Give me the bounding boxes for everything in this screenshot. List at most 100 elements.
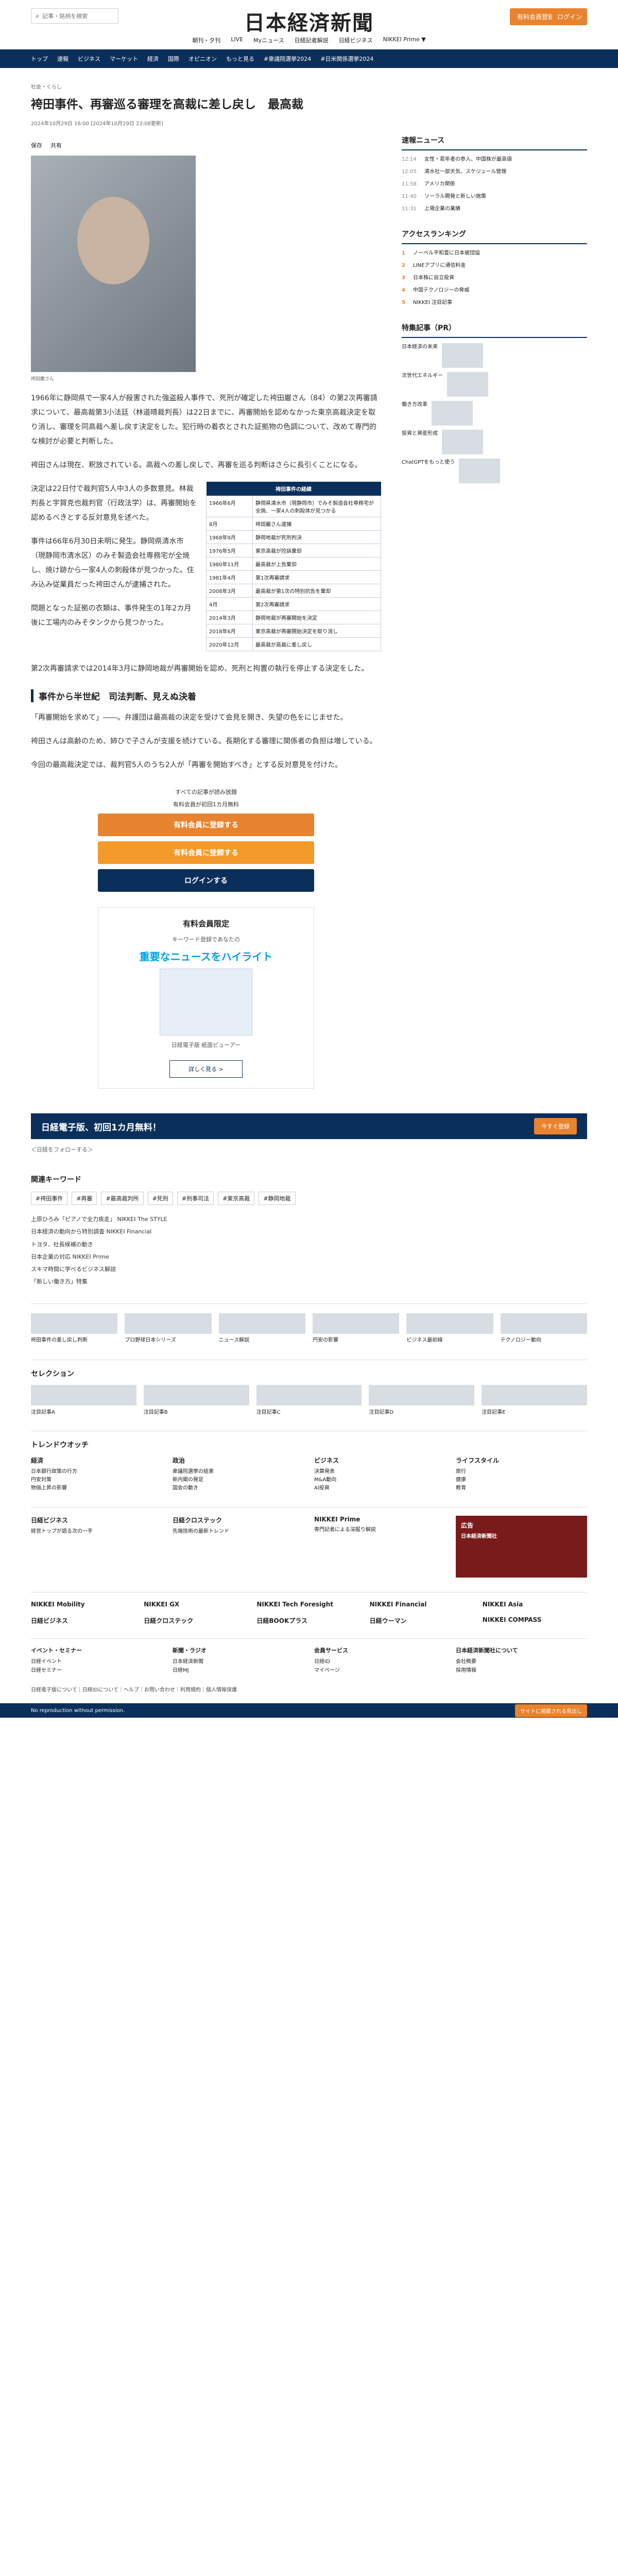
banner-button[interactable]: 今すぐ登録 <box>534 1118 577 1135</box>
footer-link[interactable]: 日本経済新聞 <box>173 1657 304 1666</box>
ranking-item[interactable]: 3 日本株に自立投資 <box>402 274 587 282</box>
breaking-item[interactable]: 11:40 ソーラル開発と新しい施策 <box>402 193 587 201</box>
subnav-item[interactable]: LIVE <box>231 36 243 44</box>
keyword-tag[interactable]: #静岡地裁 <box>259 1192 296 1206</box>
media-card[interactable]: 広告 日本経済新聞社 <box>456 1516 587 1578</box>
pr-item[interactable]: 日本経済の未来 <box>402 343 587 368</box>
media-card[interactable]: 日経クロステック 先端技術の最新トレンド <box>173 1516 304 1578</box>
breaking-item[interactable]: 11:58 アメリカ関係 <box>402 180 587 189</box>
subnav-item[interactable]: 朝刊・夕刊 <box>192 36 220 44</box>
trend-item[interactable]: 新内閣の発足 <box>173 1476 304 1484</box>
keyword-tag[interactable]: #死刑 <box>147 1192 173 1206</box>
nav-item[interactable]: #日米関係選挙2024 <box>320 55 373 63</box>
more-button[interactable]: 詳しく見る > <box>169 1060 243 1078</box>
group-logo[interactable]: NIKKEI Tech Foresight <box>256 1601 361 1608</box>
pr-item[interactable]: 次世代エネルギー <box>402 372 587 397</box>
nav-item[interactable]: 速報 <box>57 55 68 63</box>
keyword-tag[interactable]: #最高裁判所 <box>101 1192 144 1206</box>
subnav-item[interactable]: NIKKEI Prime ▼ <box>383 36 426 44</box>
breadcrumb[interactable]: 社会・くらし <box>31 82 381 90</box>
keyword-tag[interactable]: #刑事司法 <box>177 1192 214 1206</box>
trend-item[interactable]: 円安対策 <box>31 1476 162 1484</box>
trend-item[interactable]: 日本銀行政策の行方 <box>31 1468 162 1476</box>
breaking-item[interactable]: 11:31 上場企業の業績 <box>402 205 587 213</box>
footer-link[interactable]: 会社概要 <box>456 1657 587 1666</box>
nav-item[interactable]: #衆議院選挙2024 <box>264 55 311 63</box>
selection-card[interactable]: 注目記事A <box>31 1385 136 1416</box>
footer-link[interactable]: 日経ID <box>314 1657 445 1666</box>
footer-button[interactable]: サイトに掲載される見出し <box>515 1704 587 1717</box>
share-button[interactable]: 共有 <box>50 141 62 149</box>
group-logo[interactable]: NIKKEI Financial <box>370 1601 474 1608</box>
ranking-item[interactable]: 4 中国テクノロジーの脅威 <box>402 286 587 295</box>
selection-card[interactable]: 注目記事B <box>143 1385 249 1416</box>
pr-item[interactable]: ChatGPTをもっと使う <box>402 459 587 483</box>
login-button[interactable]: ログイン <box>552 8 587 25</box>
keyword-tag[interactable]: #袴田事件 <box>31 1192 68 1206</box>
related-link[interactable]: 「新しい働き方」特集 <box>31 1276 587 1288</box>
save-button[interactable]: 保存 <box>31 141 42 149</box>
media-card[interactable]: 日経ビジネス 経営トップが語る次の一手 <box>31 1516 162 1578</box>
news-card[interactable]: 袴田事件の差し戻し判断 <box>31 1313 118 1344</box>
nav-item[interactable]: マーケット <box>110 55 138 63</box>
related-link[interactable]: トヨタ、社長候補の動き <box>31 1239 587 1251</box>
footer-link[interactable]: マイページ <box>314 1666 445 1675</box>
footer-link[interactable]: 日経MJ <box>173 1666 304 1675</box>
nav-item[interactable]: オピニオン <box>188 55 217 63</box>
register-button[interactable]: 有料会員に登録する <box>98 814 314 837</box>
trend-item[interactable]: 国会の動き <box>173 1484 304 1493</box>
related-link[interactable]: 上原ひろみ「ピアノで全力疾走」 NIKKEI The STYLE <box>31 1213 587 1226</box>
group-logo[interactable]: 日経クロステック <box>144 1616 248 1625</box>
related-link[interactable]: 日本企業の対応 NIKKEI Prime <box>31 1251 587 1263</box>
selection-card[interactable]: 注目記事C <box>256 1385 362 1416</box>
subnav-item[interactable]: Myニュース <box>253 36 284 44</box>
breaking-item[interactable]: 12:14 女性・若年者の参入、中国株が最高値 <box>402 156 587 164</box>
news-card[interactable]: ニュース解説 <box>218 1313 305 1344</box>
site-logo[interactable]: 日本経済新聞 <box>244 6 374 36</box>
news-card[interactable]: 円安の影響 <box>312 1313 400 1344</box>
keyword-tag[interactable]: #再審 <box>72 1192 97 1206</box>
trend-item[interactable]: AI投資 <box>314 1484 445 1493</box>
trend-item[interactable]: 旅行 <box>456 1468 587 1476</box>
group-logo[interactable]: NIKKEI COMPASS <box>483 1616 587 1625</box>
footer-link[interactable]: 日経イベント <box>31 1657 162 1666</box>
media-card[interactable]: NIKKEI Prime 専門記者による深掘り解説 <box>314 1516 445 1578</box>
nav-item[interactable]: 経済 <box>147 55 159 63</box>
ranking-item[interactable]: 2 LINEアプリに通信料金 <box>402 262 587 270</box>
group-logo[interactable]: 日経ウーマン <box>370 1616 474 1625</box>
nav-item[interactable]: ビジネス <box>78 55 100 63</box>
register-button[interactable]: 有料会員に登録する <box>98 841 314 865</box>
trend-item[interactable]: 健康 <box>456 1476 587 1484</box>
pr-item[interactable]: 働き方改革 <box>402 401 587 426</box>
news-card[interactable]: プロ野球日本シリーズ <box>125 1313 212 1344</box>
related-link[interactable]: スキマ時間に学べるビジネス解説 <box>31 1263 587 1276</box>
group-logo[interactable]: NIKKEI Mobility <box>31 1601 135 1608</box>
bottom-links[interactable]: 日経電子版について｜日経IDについて｜ヘルプ｜お問い合わせ｜利用規約｜個人情報保… <box>31 1685 587 1693</box>
subnav-item[interactable]: 日経記者解説 <box>295 36 329 44</box>
nav-item[interactable]: 国際 <box>168 55 179 63</box>
login-button[interactable]: ログインする <box>98 869 314 892</box>
subnav-item[interactable]: 日経ビジネス <box>339 36 373 44</box>
trend-item[interactable]: 衆議院選挙の結果 <box>173 1468 304 1476</box>
group-logo[interactable]: 日経ビジネス <box>31 1616 135 1625</box>
footer-link[interactable]: 日経セミナー <box>31 1666 162 1675</box>
pr-item[interactable]: 投資と資産形成 <box>402 430 587 454</box>
footer-link[interactable]: 採用情報 <box>456 1666 587 1675</box>
trend-item[interactable]: 決算発表 <box>314 1468 445 1476</box>
ranking-item[interactable]: 5 NIKKEI 注目記事 <box>402 299 587 307</box>
search-box[interactable]: ⌕ <box>31 8 118 24</box>
news-card[interactable]: ビジネス最前線 <box>406 1313 493 1344</box>
nav-item[interactable]: トップ <box>31 55 48 63</box>
ranking-item[interactable]: 1 ノーベル平和賞に日本被団協 <box>402 249 587 258</box>
related-link[interactable]: 日本経済の動向から特別調査 NIKKEI Financial <box>31 1226 587 1238</box>
selection-card[interactable]: 注目記事E <box>482 1385 587 1416</box>
keyword-tag[interactable]: #東京高裁 <box>218 1192 255 1206</box>
nav-item[interactable]: もっと見る <box>226 55 254 63</box>
search-input[interactable] <box>42 12 105 20</box>
trend-item[interactable]: 教育 <box>456 1484 587 1493</box>
selection-card[interactable]: 注目記事D <box>369 1385 475 1416</box>
trend-item[interactable]: 物価上昇の影響 <box>31 1484 162 1493</box>
group-logo[interactable]: NIKKEI GX <box>144 1601 248 1608</box>
group-logo[interactable]: NIKKEI Asia <box>483 1601 587 1608</box>
group-logo[interactable]: 日経BOOKプラス <box>256 1616 361 1625</box>
